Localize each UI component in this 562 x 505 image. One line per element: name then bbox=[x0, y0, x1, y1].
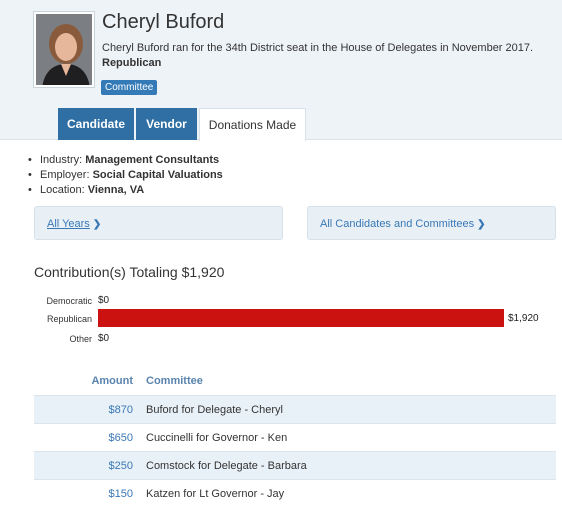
candidate-header: Cheryl Buford Cheryl Buford ran for the … bbox=[0, 0, 562, 141]
years-filter: All Years ❯ bbox=[34, 206, 283, 240]
industry-label: Industry: bbox=[40, 154, 83, 166]
bar-category-label: Other bbox=[69, 334, 92, 344]
amount-link[interactable]: $150 bbox=[109, 488, 133, 500]
bar-value-label: $0 bbox=[98, 295, 110, 306]
candidate-name: Cheryl Buford bbox=[102, 11, 225, 33]
amount-link[interactable]: $650 bbox=[109, 432, 133, 444]
amount-link[interactable]: $250 bbox=[109, 460, 133, 472]
candidates-dropdown[interactable]: All Candidates and Committees ❯ bbox=[320, 218, 485, 230]
bar-value-label: $1,920 bbox=[508, 313, 539, 324]
committee-column-header[interactable]: Committee bbox=[146, 375, 203, 387]
bar-value-label: $0 bbox=[98, 333, 110, 344]
committee-name: Comstock for Delegate - Barbara bbox=[146, 460, 307, 472]
years-dropdown-label: All Years bbox=[47, 218, 90, 230]
committee-name: Buford for Delegate - Cheryl bbox=[146, 404, 283, 416]
employer-label: Employer: bbox=[40, 169, 90, 181]
info-employer: Employer: Social Capital Valuations bbox=[28, 168, 223, 183]
table-row: $250 Comstock for Delegate - Barbara bbox=[34, 451, 556, 479]
portrait-image bbox=[36, 14, 92, 85]
amount-column-header[interactable]: Amount bbox=[91, 375, 133, 387]
committee-badge: Committee bbox=[101, 80, 158, 95]
bar-category-label: Republican bbox=[46, 314, 92, 324]
committee-name: Katzen for Lt Governor - Jay bbox=[146, 488, 285, 500]
info-industry: Industry: Management Consultants bbox=[28, 153, 223, 168]
candidates-dropdown-label: All Candidates and Committees bbox=[320, 218, 475, 230]
candidate-description: Cheryl Buford ran for the 34th District … bbox=[102, 42, 534, 54]
bar-republican bbox=[98, 309, 504, 327]
table-row: $870 Buford for Delegate - Cheryl bbox=[34, 395, 556, 423]
candidates-filter: All Candidates and Committees ❯ bbox=[307, 206, 556, 240]
tab-candidate[interactable]: Candidate bbox=[58, 108, 134, 140]
employer-value: Social Capital Valuations bbox=[92, 169, 223, 181]
table-row: $150 Katzen for Lt Governor - Jay bbox=[34, 479, 556, 505]
amount-link[interactable]: $870 bbox=[109, 404, 133, 416]
chevron-down-icon: ❯ bbox=[477, 219, 486, 230]
industry-value: Management Consultants bbox=[85, 154, 220, 166]
tab-donations-made[interactable]: Donations Made bbox=[199, 108, 306, 141]
table-row: $650 Cuccinelli for Governor - Ken bbox=[34, 423, 556, 451]
bar-category-label: Democratic bbox=[46, 296, 92, 306]
party-label: Republican bbox=[102, 57, 162, 69]
location-label: Location: bbox=[40, 184, 85, 196]
location-value: Vienna, VA bbox=[87, 184, 145, 196]
years-dropdown[interactable]: All Years ❯ bbox=[47, 218, 101, 230]
committee-name: Cuccinelli for Governor - Ken bbox=[146, 432, 288, 444]
donor-info-list: Industry: Management Consultants Employe… bbox=[28, 153, 223, 198]
contribution-total: Contribution(s) Totaling $1,920 bbox=[34, 264, 225, 280]
info-location: Location: Vienna, VA bbox=[28, 183, 223, 198]
candidate-photo bbox=[34, 12, 94, 87]
tab-vendor[interactable]: Vendor bbox=[136, 108, 197, 140]
chevron-down-icon: ❯ bbox=[92, 219, 102, 230]
